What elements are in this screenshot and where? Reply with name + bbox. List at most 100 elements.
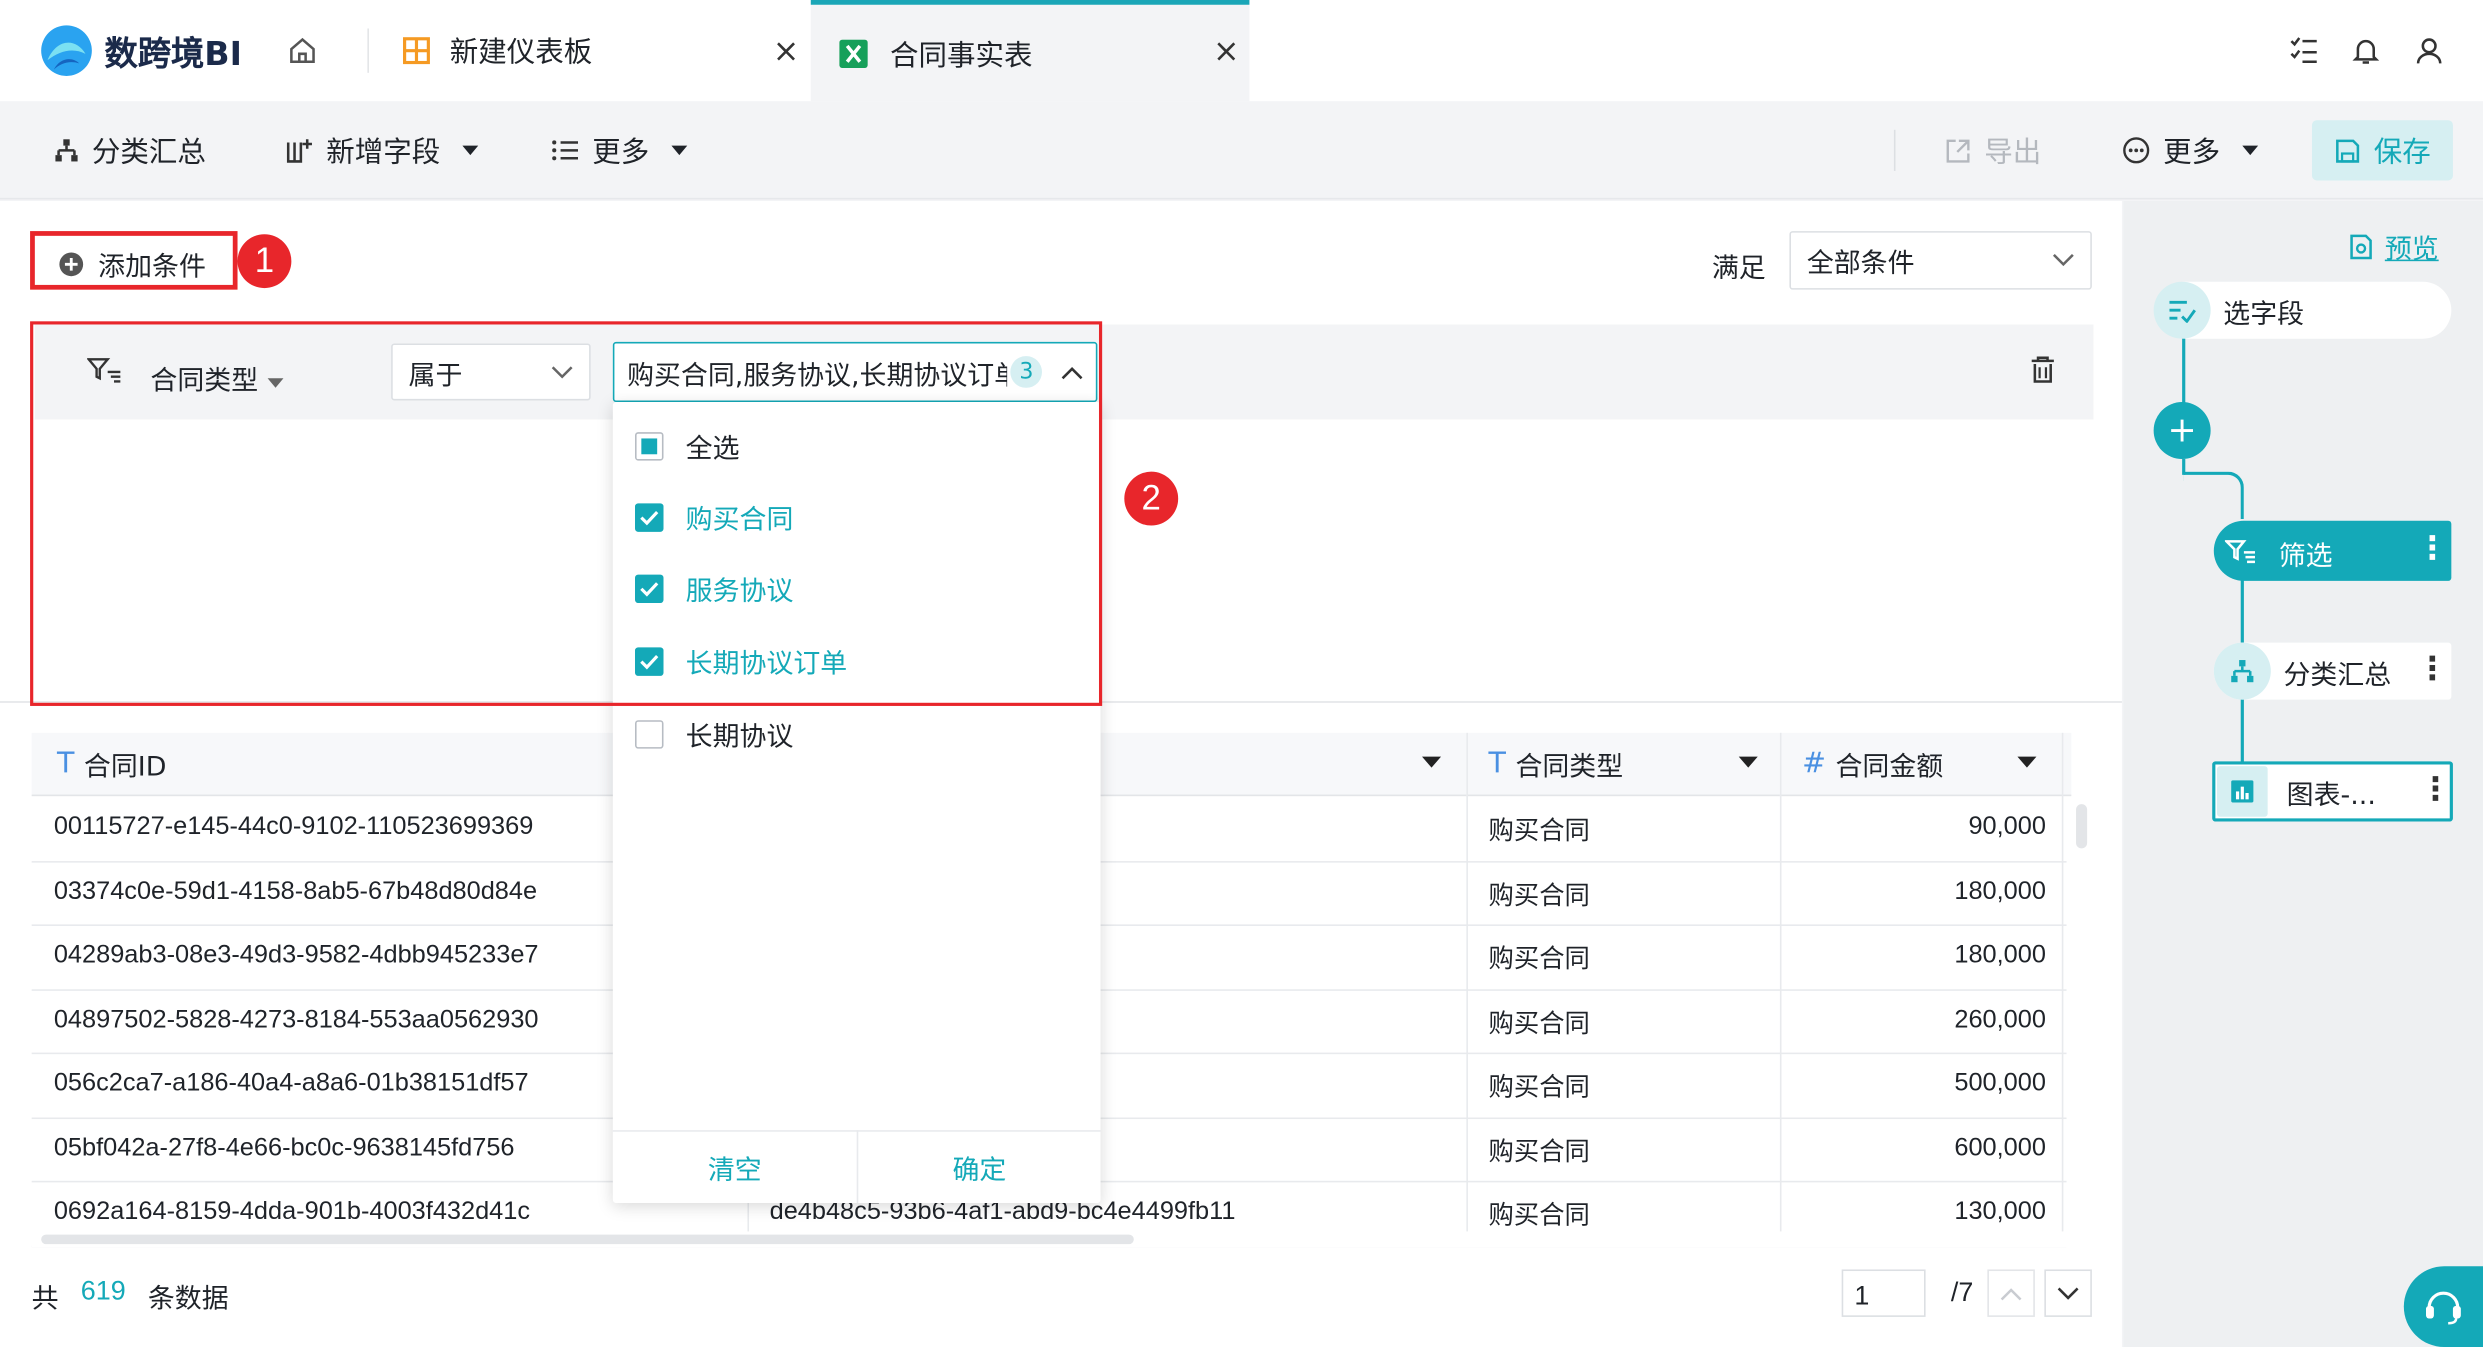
record-count: 共 619 条数据 (32, 1276, 229, 1316)
clear-button[interactable]: 清空 (613, 1132, 857, 1203)
excel-icon (839, 38, 868, 68)
more-vertical-icon[interactable]: ⋮ (2416, 529, 2448, 567)
cell-contract-type: 购买合同 (1488, 1071, 1590, 1102)
annotation-badge-2: 2 (1124, 471, 1179, 526)
header-contract-type: 合同类型 (1515, 751, 1624, 784)
tab-dashboard[interactable]: 新建仪表板 × (380, 0, 808, 101)
chevron-down-icon (671, 145, 688, 156)
option-label: 长期协议 (685, 721, 794, 754)
select-fields-label: 选字段 (2223, 298, 2305, 331)
filter-label: 筛选 (2278, 541, 2333, 573)
tab-contract-fact[interactable]: 合同事实表 × (810, 0, 1250, 102)
highlight-box-2 (30, 321, 1103, 706)
checkbox-unchecked[interactable] (635, 719, 664, 748)
next-page-button[interactable] (2044, 1269, 2092, 1317)
cell-contract-type: 购买合同 (1488, 943, 1590, 974)
more-right-button[interactable]: 更多 (2122, 101, 2259, 199)
dashboard-icon (402, 36, 431, 65)
satisfy-value: 全部条件 (1806, 248, 1915, 281)
column-menu-icon[interactable] (1738, 756, 1758, 768)
cell-contract-type: 购买合同 (1488, 1007, 1590, 1038)
bar-chart-icon (2216, 766, 2268, 817)
user-icon[interactable] (2413, 35, 2445, 67)
cell-amount: 260,000 (1954, 1005, 2046, 1033)
satisfy-select[interactable]: 全部条件 (1789, 231, 2092, 290)
group-summary-step[interactable]: 分类汇总 (2213, 642, 2392, 700)
delete-icon[interactable] (2030, 356, 2055, 384)
export-label: 导出 (1984, 136, 2042, 170)
chat-support-button[interactable] (2403, 1266, 2483, 1347)
preview-link[interactable]: 预览 (2347, 226, 2439, 266)
hierarchy-icon (2213, 642, 2271, 700)
export-icon (1945, 137, 1972, 164)
count-suffix: 条数据 (147, 1283, 229, 1316)
add-field-label: 新增字段 (326, 136, 441, 170)
option-long-term-agreement[interactable]: 长期协议 (613, 698, 1101, 769)
satisfy-label: 满足 (1711, 253, 1766, 285)
column-menu-icon[interactable] (1422, 756, 1442, 768)
preview-label: 预览 (2384, 234, 2439, 266)
tab-dashboard-label: 新建仪表板 (449, 36, 593, 70)
highlight-box-1 (30, 231, 238, 290)
cell-contract-type: 购买合同 (1488, 815, 1590, 846)
prev-page-button[interactable] (1987, 1269, 2035, 1317)
group-summary-step-label: 分类汇总 (2283, 659, 2392, 691)
count-prefix: 共 (31, 1283, 59, 1316)
chevron-down-icon (2242, 145, 2259, 156)
number-type-icon: # (1802, 747, 1826, 781)
more-menu-button[interactable]: 更多 (551, 101, 688, 199)
filter-icon (2224, 539, 2257, 567)
bell-icon[interactable] (2350, 35, 2382, 67)
cell-amount: 500,000 (1954, 1069, 2046, 1097)
toolbar: 分类汇总 新增字段 更多 导出 更多 保存 (0, 101, 2483, 200)
chart-step[interactable]: 图表-... (2216, 766, 2376, 817)
add-step-button[interactable]: + (2153, 402, 2211, 460)
hierarchy-icon (54, 138, 79, 163)
annotation-badge-1: 1 (237, 234, 292, 289)
confirm-button[interactable]: 确定 (858, 1132, 1100, 1203)
preview-icon (2347, 232, 2376, 260)
chevron-down-icon (462, 145, 479, 156)
select-fields-step[interactable]: 选字段 (2153, 281, 2305, 339)
chevron-down-icon (2052, 253, 2074, 267)
cell-amount: 180,000 (1954, 877, 2046, 905)
task-list-icon[interactable] (2288, 35, 2320, 67)
count-value: 619 (80, 1275, 126, 1306)
add-field-icon (285, 138, 314, 163)
chart-step-label: 图表-... (2286, 779, 2376, 812)
export-button[interactable]: 导出 (1945, 101, 2042, 199)
more-right-label: 更多 (2163, 136, 2221, 170)
tab-contract-fact-label: 合同事实表 (889, 38, 1033, 73)
filter-step[interactable]: 筛选 (2224, 533, 2333, 573)
save-icon (2334, 137, 2361, 164)
close-icon[interactable]: × (1213, 32, 1240, 70)
column-header-contract-type[interactable]: T 合同类型 (1466, 732, 1780, 797)
header-contract-id: 合同ID (83, 751, 167, 784)
save-button[interactable]: 保存 (2311, 120, 2453, 181)
page-input[interactable]: 1 (1841, 1269, 1926, 1317)
group-summary-button[interactable]: 分类汇总 (54, 101, 206, 199)
brand-logo (38, 22, 95, 79)
cell-contract-type: 购买合同 (1488, 1135, 1590, 1166)
more-vertical-icon[interactable]: ⋮ (2416, 649, 2448, 687)
cell-amount: 180,000 (1954, 941, 2046, 969)
more-label: 更多 (592, 136, 650, 170)
cell-contract-type: 购买合同 (1488, 879, 1590, 910)
cell-amount: 90,000 (1968, 813, 2046, 841)
horizontal-scrollbar[interactable] (41, 1234, 1134, 1245)
top-bar: 数跨境BI 新建仪表板 × 合同事实表 × (0, 0, 2483, 102)
add-field-button[interactable]: 新增字段 (285, 101, 479, 199)
home-icon[interactable] (287, 35, 319, 67)
text-type-icon: T (1488, 747, 1506, 781)
fields-icon (2153, 281, 2211, 339)
cell-amount: 600,000 (1954, 1134, 2046, 1162)
more-vertical-icon[interactable]: ⋮ (2420, 769, 2452, 807)
save-label: 保存 (2373, 136, 2431, 170)
close-icon[interactable]: × (773, 32, 800, 70)
column-header-amount[interactable]: # 合同金额 (1779, 732, 2072, 797)
brand-name: 数跨境BI (104, 34, 243, 73)
vertical-scrollbar[interactable] (2076, 804, 2088, 849)
group-summary-label: 分类汇总 (91, 136, 206, 170)
list-icon (551, 138, 580, 163)
column-menu-icon[interactable] (2017, 756, 2037, 768)
